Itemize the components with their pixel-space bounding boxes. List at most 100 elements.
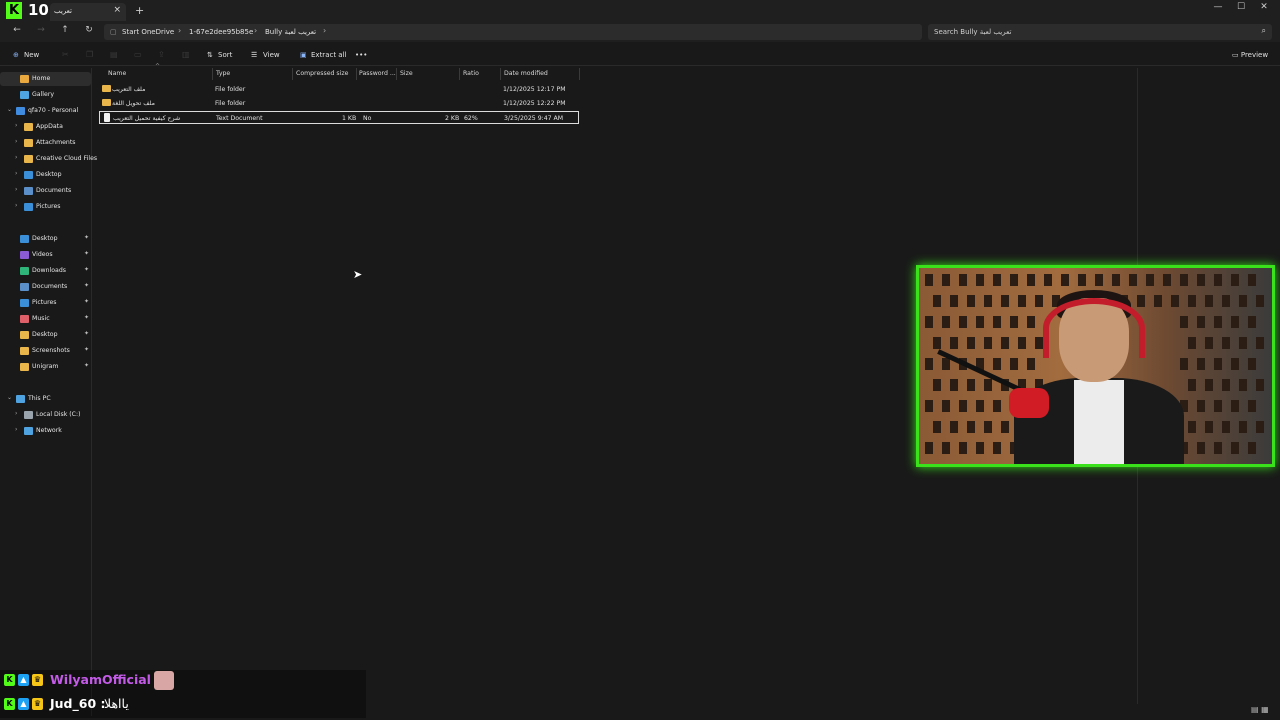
sidebar-item-this-pc[interactable]: ⌄ This PC — [0, 392, 91, 406]
new-button[interactable]: New — [24, 51, 39, 59]
file-row[interactable]: شرح كيفية تحميل التعريب Text Document 1 KB… — [99, 111, 579, 124]
forward-arrow-icon[interactable]: → — [34, 25, 48, 35]
file-type: File folder — [215, 100, 246, 107]
breadcrumb-archive[interactable]: 1-67e2dee95b85e — [189, 28, 253, 36]
cut-icon[interactable]: ✂ — [62, 50, 69, 59]
maximize-button[interactable]: ☐ — [1231, 2, 1251, 12]
chevron-right-icon[interactable]: › — [15, 202, 17, 209]
sidebar-item-qfa70-personal[interactable]: ⌄ qfa70 - Personal — [0, 104, 91, 118]
address-bar[interactable]: ▢ Start OneDrive › 1-67e2dee95b85e › Bul… — [104, 24, 922, 40]
sidebar-item-pictures[interactable]: › Pictures — [0, 200, 91, 214]
pin-icon[interactable]: ✦ — [84, 282, 89, 289]
sidebar-item-music[interactable]: Music ✦ — [0, 312, 91, 326]
view-toggle-icons[interactable]: ▤ ▦ — [1251, 705, 1269, 714]
sidebar-item-network[interactable]: › Network — [0, 424, 91, 438]
close-button[interactable]: ✕ — [1254, 2, 1274, 12]
chat-message: K ▲ ♛ WilyamOfficial : — [4, 670, 364, 692]
column-compressed-size[interactable]: Compressed size — [296, 70, 348, 77]
pin-icon[interactable]: ✦ — [84, 346, 89, 353]
sidebar-item-appdata[interactable]: › AppData — [0, 120, 91, 134]
column-divider[interactable] — [212, 68, 213, 80]
sidebar-item-documents[interactable]: › Documents — [0, 184, 91, 198]
column-divider[interactable] — [459, 68, 460, 80]
chevron-right-icon[interactable]: › — [15, 426, 17, 433]
minimize-button[interactable]: — — [1208, 2, 1228, 12]
sidebar-item-documents[interactable]: Documents ✦ — [0, 280, 91, 294]
column-ratio[interactable]: Ratio — [463, 70, 479, 77]
column-size[interactable]: Size — [400, 70, 413, 77]
chevron-right-icon[interactable]: › — [15, 154, 17, 161]
refresh-icon[interactable]: ↻ — [82, 25, 96, 35]
chevron-right-icon[interactable]: › — [15, 170, 17, 177]
pin-icon[interactable]: ✦ — [84, 250, 89, 257]
chevron-right-icon[interactable]: › — [15, 410, 17, 417]
pin-icon[interactable]: ✦ — [84, 330, 89, 337]
chevron-right-icon[interactable]: › — [15, 138, 17, 145]
pin-icon[interactable]: ✦ — [84, 362, 89, 369]
chevron-right-icon: › — [178, 26, 182, 35]
view-button[interactable]: View — [263, 51, 280, 59]
acoustic-foam-tile — [1231, 442, 1239, 454]
sidebar-item-gallery[interactable]: Gallery — [0, 88, 91, 102]
tab-close-icon[interactable]: × — [113, 5, 121, 15]
column-divider[interactable] — [356, 68, 357, 80]
breadcrumb-onedrive[interactable]: Start OneDrive — [122, 28, 174, 36]
file-row[interactable]: ملف التعريب File folder 1/12/2025 12:17 PM — [99, 83, 579, 96]
column-password[interactable]: Password ... — [359, 70, 396, 77]
chevron-right-icon[interactable]: › — [15, 186, 17, 193]
acoustic-foam-tile — [950, 421, 958, 433]
more-options-button[interactable]: ••• — [355, 51, 367, 59]
column-divider[interactable] — [396, 68, 397, 80]
sidebar-item-unigram[interactable]: Unigram ✦ — [0, 360, 91, 374]
acoustic-foam-tile — [1001, 295, 1009, 307]
sidebar-item-desktop[interactable]: Desktop ✦ — [0, 328, 91, 342]
column-divider[interactable] — [292, 68, 293, 80]
column-name[interactable]: Name — [108, 70, 126, 77]
pin-icon[interactable]: ✦ — [84, 266, 89, 273]
file-date: 3/25/2025 9:47 AM — [504, 115, 564, 122]
sidebar-item-pictures[interactable]: Pictures ✦ — [0, 296, 91, 310]
file-row[interactable]: ملف تحويل اللغة File folder 1/12/2025 12:2… — [99, 97, 579, 110]
music-icon — [20, 315, 29, 323]
sidebar-item-desktop[interactable]: Desktop ✦ — [0, 232, 91, 246]
column-divider[interactable] — [579, 68, 580, 80]
column-type[interactable]: Type — [216, 70, 230, 77]
new-tab-button[interactable]: + — [135, 4, 144, 17]
up-arrow-icon[interactable]: ↑ — [58, 25, 72, 35]
sidebar-item-attachments[interactable]: › Attachments — [0, 136, 91, 150]
sidebar-item-downloads[interactable]: Downloads ✦ — [0, 264, 91, 278]
sidebar-item-local-disk-c-[interactable]: › Local Disk (C:) — [0, 408, 91, 422]
sidebar-item-creative-cloud-files[interactable]: › Creative Cloud Files — [0, 152, 97, 166]
sidebar-item-label: AppData — [36, 123, 63, 130]
delete-icon[interactable]: ▥ — [182, 50, 190, 59]
search-input[interactable]: Search Bully تعريب لعبة ⌕ — [928, 24, 1272, 40]
sidebar-item-home[interactable]: Home — [0, 72, 91, 86]
rename-icon[interactable]: ▭ — [134, 50, 142, 59]
sidebar-item-screenshots[interactable]: Screenshots ✦ — [0, 344, 91, 358]
search-icon[interactable]: ⌕ — [1262, 26, 1266, 36]
acoustic-foam-tile — [1137, 295, 1145, 307]
share-icon[interactable]: ⇪ — [158, 50, 165, 59]
paste-icon[interactable]: ▤ — [110, 50, 118, 59]
extract-all-button[interactable]: Extract all — [311, 51, 346, 59]
copy-icon[interactable]: ❐ — [86, 50, 93, 59]
desktop-icon — [20, 235, 29, 243]
chevron-down-icon[interactable]: ⌄ — [7, 106, 12, 113]
chevron-right-icon[interactable]: › — [15, 122, 17, 129]
pin-icon[interactable]: ✦ — [84, 314, 89, 321]
sidebar-item-videos[interactable]: Videos ✦ — [0, 248, 91, 262]
acoustic-foam-tile — [1222, 295, 1230, 307]
back-arrow-icon[interactable]: ← — [10, 25, 24, 35]
file-date: 1/12/2025 12:22 PM — [503, 100, 566, 107]
preview-button[interactable]: ▭ Preview — [1232, 51, 1268, 59]
chevron-down-icon[interactable]: ⌄ — [7, 394, 12, 401]
column-date-modified[interactable]: Date modified — [504, 70, 548, 77]
pin-icon[interactable]: ✦ — [84, 298, 89, 305]
breadcrumb-current[interactable]: Bully تعريب لعبة — [265, 28, 316, 36]
pin-icon[interactable]: ✦ — [84, 234, 89, 241]
file-name: ملف التعريب — [112, 86, 146, 93]
sort-button[interactable]: Sort — [218, 51, 232, 59]
tab-explorer[interactable]: تعريب × — [50, 3, 126, 21]
column-divider[interactable] — [500, 68, 501, 80]
sidebar-item-desktop[interactable]: › Desktop — [0, 168, 91, 182]
